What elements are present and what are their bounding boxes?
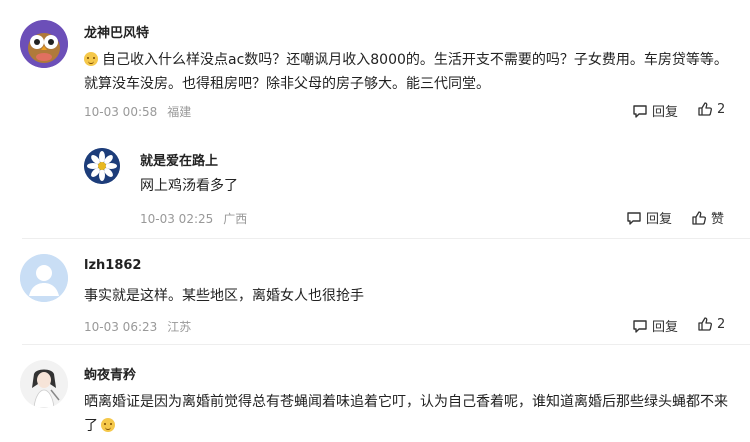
comment-bubble-icon bbox=[633, 104, 647, 118]
comment-meta: 10-03 00:58 福建 bbox=[84, 103, 201, 120]
comment-bubble-icon bbox=[633, 319, 647, 333]
avatar[interactable] bbox=[20, 360, 68, 408]
reply-text: 网上鸡汤看多了 bbox=[140, 178, 238, 194]
reply-like-button[interactable]: 赞 bbox=[691, 208, 724, 227]
like-button[interactable]: 2 bbox=[697, 101, 725, 117]
like-button[interactable]: 2 bbox=[697, 316, 725, 332]
comment-text: 自己收入什么样没点ac数吗？还嘲讽月收入8000的。生活开支不需要的吗？子女费用… bbox=[84, 52, 728, 92]
smile-emoji-icon bbox=[101, 418, 115, 432]
comment-list: 龙神巴风特 自己收入什么样没点ac数吗？还嘲讽月收入8000的。生活开支不需要的… bbox=[0, 0, 750, 442]
avatar[interactable] bbox=[20, 254, 68, 302]
comment-author[interactable]: lzh1862 bbox=[84, 258, 141, 273]
comment-location: 江苏 bbox=[167, 320, 192, 334]
comment-location: 福建 bbox=[167, 105, 192, 119]
reply-button[interactable]: 回复 bbox=[632, 101, 678, 120]
comment-bubble-icon bbox=[627, 211, 641, 225]
comment-author[interactable]: 蚼夜青矜 bbox=[84, 364, 136, 383]
reply-reply-button[interactable]: 回复 bbox=[626, 208, 672, 227]
comment-item: 蚼夜青矜 晒离婚证是因为离婚前觉得总有苍蝇闻着味追着它叮，认为自己香着呢，谁知道… bbox=[0, 344, 750, 442]
anime-figure-avatar-icon bbox=[20, 360, 68, 408]
comment-author[interactable]: 龙神巴风特 bbox=[84, 22, 149, 41]
daisy-avatar-icon bbox=[84, 148, 120, 184]
avatar[interactable] bbox=[20, 20, 68, 68]
smile-emoji-icon bbox=[84, 52, 98, 66]
comment-item: 龙神巴风特 自己收入什么样没点ac数吗？还嘲讽月收入8000的。生活开支不需要的… bbox=[0, 0, 750, 227]
thumbs-up-icon bbox=[698, 317, 712, 331]
default-user-icon bbox=[20, 254, 68, 302]
reply-button[interactable]: 回复 bbox=[632, 316, 678, 335]
reply-meta: 10-03 02:25 广西 bbox=[140, 210, 257, 227]
thumbs-up-icon bbox=[698, 102, 712, 116]
comment-meta: 10-03 06:23 江苏 bbox=[84, 318, 201, 335]
reply-author[interactable]: 就是爱在路上 bbox=[140, 150, 218, 169]
comment-text: 晒离婚证是因为离婚前觉得总有苍蝇闻着味追着它叮，认为自己香着呢，谁知道离婚后那些… bbox=[84, 394, 728, 434]
comment-text: 事实就是这样。某些地区，离婚女人也很抢手 bbox=[84, 288, 364, 304]
comment-date: 10-03 00:58 bbox=[84, 105, 158, 119]
comment-item: lzh1862 事实就是这样。某些地区，离婚女人也很抢手 10-03 06:23… bbox=[0, 238, 750, 338]
reply-location: 广西 bbox=[223, 212, 248, 226]
reply-date: 10-03 02:25 bbox=[140, 212, 214, 226]
thumbs-up-icon bbox=[692, 210, 706, 225]
comment-date: 10-03 06:23 bbox=[84, 320, 158, 334]
reply-avatar[interactable] bbox=[84, 148, 120, 184]
owl-avatar-icon bbox=[20, 20, 68, 68]
